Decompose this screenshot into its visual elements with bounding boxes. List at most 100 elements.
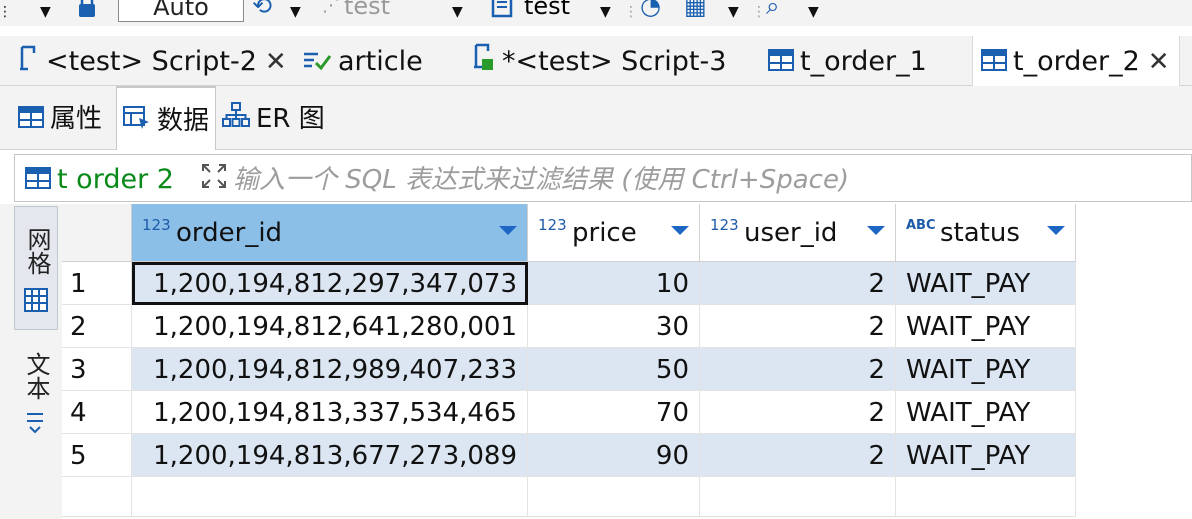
price-cell[interactable]: 30 [528, 305, 700, 348]
sort-filter-icon[interactable] [671, 226, 689, 235]
table-icon [25, 167, 51, 193]
table-row[interactable]: 4 1,200,194,813,337,534,465 70 2 WAIT_PA… [62, 391, 1076, 434]
main-toolbar: ⋮ ▼ Auto ⟲ ▼ ⋰ test ▼ test ▼ ⋮ ◔ ▦ ▼ ⋮ ⌕… [0, 0, 1192, 26]
data-icon [123, 89, 151, 155]
table-icon [768, 37, 794, 89]
tab-er-diagram[interactable]: ER 图 [222, 86, 332, 150]
table-icon [18, 87, 44, 153]
sort-filter-icon[interactable] [499, 226, 517, 235]
history-icon[interactable]: ⟲ [252, 0, 272, 22]
status-cell[interactable]: WAIT_PAY [896, 262, 1076, 305]
schema-selector[interactable]: test [524, 0, 570, 22]
price-cell[interactable]: 10 [528, 262, 700, 305]
row-number[interactable]: 1 [62, 262, 132, 305]
tab-data[interactable]: 数据 [116, 86, 216, 150]
column-header-price[interactable]: 123 price [528, 204, 700, 262]
user-id-cell[interactable]: 2 [700, 305, 896, 348]
text-format-icon [24, 410, 46, 440]
order-id-cell[interactable]: 1,200,194,813,677,273,089 [132, 434, 528, 477]
lock-icon[interactable] [76, 0, 98, 26]
table-row[interactable]: 5 1,200,194,813,677,273,089 90 2 WAIT_PA… [62, 434, 1076, 477]
column-header-order-id[interactable]: 123 order_id [132, 204, 528, 262]
toolbar-separator: ⋮ [752, 4, 766, 20]
status-cell[interactable]: WAIT_PAY [896, 348, 1076, 391]
overflow-icon[interactable]: ⋮ [0, 0, 12, 26]
filter-table-name: t order 2 [57, 164, 174, 195]
user-id-cell[interactable]: 2 [700, 434, 896, 477]
order-id-cell[interactable]: 1,200,194,812,989,407,233 [132, 348, 528, 391]
order-id-cell[interactable]: 1,200,194,813,337,534,465 [132, 391, 528, 434]
er-diagram-icon [222, 87, 250, 153]
price-cell[interactable]: 70 [528, 391, 700, 434]
grid-icon [23, 287, 49, 317]
chevron-down-icon[interactable]: ▼ [290, 0, 301, 26]
grid-header: 123 order_id 123 price 123 user_id ABC s… [62, 204, 1076, 262]
status-cell[interactable]: WAIT_PAY [896, 391, 1076, 434]
status-cell[interactable]: WAIT_PAY [896, 305, 1076, 348]
status-cell[interactable]: WAIT_PAY [896, 434, 1076, 477]
table-row[interactable]: 1 1,200,194,812,297,347,073 10 2 WAIT_PA… [62, 262, 1076, 305]
chevron-down-icon[interactable]: ▼ [728, 0, 739, 26]
expand-icon[interactable] [201, 163, 227, 195]
user-id-cell[interactable]: 2 [700, 262, 896, 305]
tab-label: ER 图 [256, 104, 325, 134]
close-icon[interactable]: ✕ [265, 47, 287, 77]
tab-t-order-2[interactable]: t_order_2 ✕ [972, 36, 1180, 86]
close-icon[interactable]: ✕ [1148, 47, 1170, 77]
table-row[interactable]: 3 1,200,194,812,989,407,233 50 2 WAIT_PA… [62, 348, 1076, 391]
order-id-cell[interactable]: 1,200,194,812,641,280,001 [132, 305, 528, 348]
tab-properties[interactable]: 属性 [18, 86, 116, 150]
table-icon [981, 37, 1007, 89]
chevron-down-icon[interactable]: ▼ [808, 0, 819, 26]
column-name: price [572, 218, 637, 248]
price-cell[interactable]: 90 [528, 434, 700, 477]
row-number[interactable]: 2 [62, 305, 132, 348]
tab-text-view[interactable]: 文本 [14, 344, 58, 454]
column-header-status[interactable]: ABC status [896, 204, 1076, 262]
column-header-user-id[interactable]: 123 user_id [700, 204, 896, 262]
tab-script-2[interactable]: <test> Script-2 ✕ [16, 36, 296, 86]
tab-article[interactable]: article [302, 36, 452, 86]
empty-cell [700, 477, 896, 517]
user-id-cell[interactable]: 2 [700, 348, 896, 391]
tab-script-3[interactable]: *<test> Script-3 [470, 36, 760, 86]
numeric-type-icon: 123 [538, 216, 567, 234]
empty-grid-area [62, 477, 1076, 519]
string-type-icon: ABC [906, 218, 936, 233]
row-number[interactable]: 5 [62, 434, 132, 477]
order-id-cell[interactable]: 1,200,194,812,297,347,073 [132, 262, 528, 305]
sort-filter-icon[interactable] [867, 226, 885, 235]
tab-t-order-1[interactable]: t_order_1 [768, 36, 958, 86]
user-id-cell[interactable]: 2 [700, 391, 896, 434]
dashboard-icon[interactable]: ◔ [640, 0, 661, 22]
chevron-down-icon[interactable]: ▼ [452, 0, 463, 26]
table-row[interactable]: 2 1,200,194,812,641,280,001 30 2 WAIT_PA… [62, 305, 1076, 348]
filter-input[interactable]: 输入一个 SQL 表达式来过滤结果 (使用 Ctrl+Space) [233, 161, 849, 199]
row-number[interactable]: 3 [62, 348, 132, 391]
price-cell[interactable]: 50 [528, 348, 700, 391]
row-number-header [62, 204, 132, 262]
database-icon [490, 0, 514, 26]
tab-label: 数据 [157, 106, 210, 136]
search-icon[interactable]: ⌕ [766, 0, 779, 22]
results-grid: 123 order_id 123 price 123 user_id ABC s… [62, 204, 1192, 519]
tab-label: t_order_1 [800, 46, 927, 77]
tab-grid-view[interactable]: 网格 [14, 206, 58, 330]
chevron-down-icon[interactable]: ▼ [600, 0, 611, 26]
datasource-selector[interactable]: test [344, 0, 390, 22]
empty-cell [132, 477, 528, 517]
numeric-type-icon: 123 [710, 216, 739, 234]
tab-label: article [338, 46, 423, 77]
row-number-empty [62, 477, 132, 517]
toolbar-separator: ⋮ [624, 4, 638, 20]
grid-view-icon[interactable]: ▦ [684, 0, 707, 22]
sql-script-icon [16, 37, 40, 89]
filter-bar: t order 2 输入一个 SQL 表达式来过滤结果 (使用 Ctrl+Spa… [14, 154, 1192, 202]
row-number[interactable]: 4 [62, 391, 132, 434]
text-tab-label: 文本 [22, 352, 50, 400]
numeric-type-icon: 123 [142, 216, 171, 234]
transaction-mode-select[interactable]: Auto [118, 0, 244, 22]
chevron-down-icon[interactable]: ▼ [40, 0, 51, 26]
sort-filter-icon[interactable] [1047, 226, 1065, 235]
tab-label: 属性 [50, 104, 103, 134]
